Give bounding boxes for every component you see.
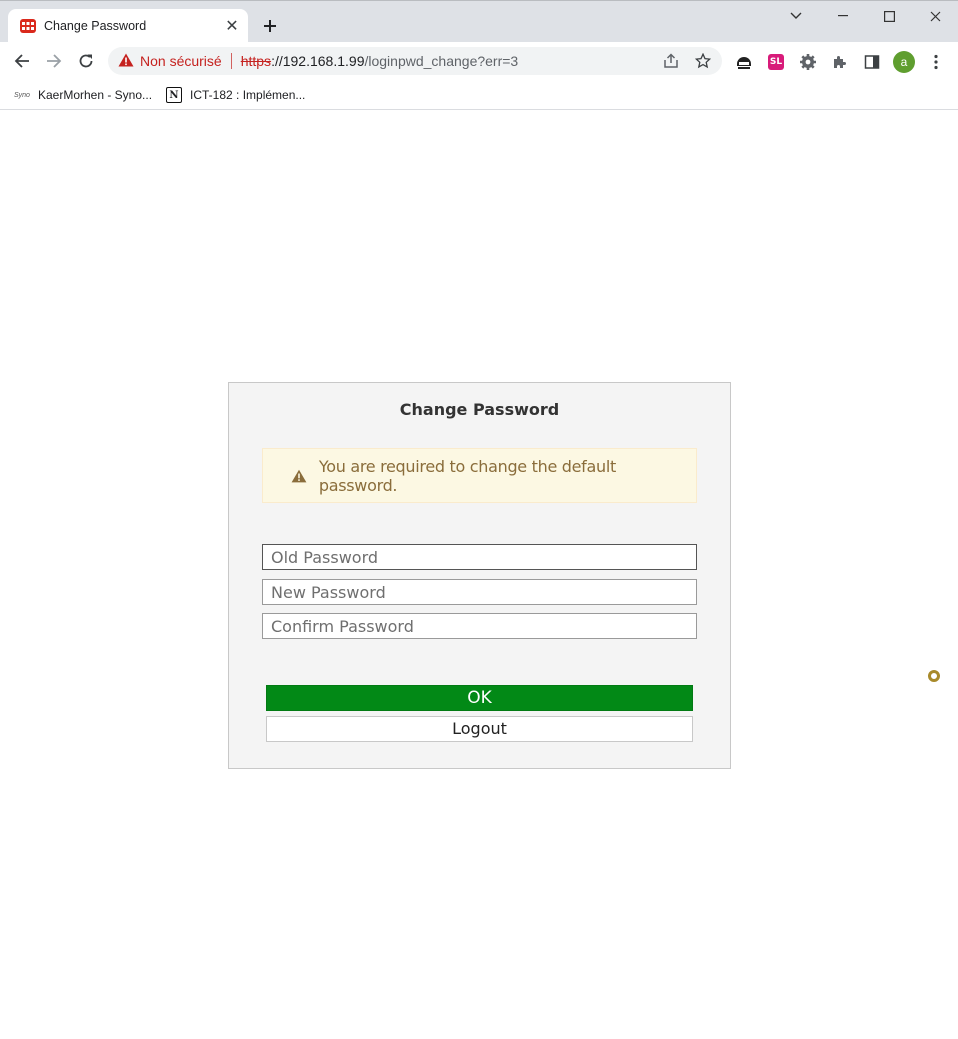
url-host: ://192.168.1.99 <box>271 53 365 69</box>
bookmark-kaermorhen[interactable]: Syno KaerMorhen - Syno... <box>14 85 152 105</box>
synology-icon: Syno <box>14 91 30 99</box>
warning-alert: You are required to change the default p… <box>262 448 697 503</box>
tab-strip: Change Password ✕ <box>0 0 958 43</box>
share-icon[interactable] <box>660 51 682 71</box>
window-close-icon[interactable] <box>912 1 958 31</box>
tab-title: Change Password <box>44 19 147 33</box>
browser-toolbar: Non sécurisé https://192.168.1.99/loginp… <box>0 42 958 80</box>
url-path: /loginpwd_change?err=3 <box>364 53 519 69</box>
logout-button[interactable]: Logout <box>266 716 693 742</box>
new-tab-icon[interactable] <box>257 13 283 39</box>
close-tab-icon[interactable]: ✕ <box>220 14 244 38</box>
bookmark-label: ICT-182 : Implémen... <box>190 88 306 102</box>
new-password-field[interactable] <box>262 579 697 605</box>
back-icon[interactable] <box>8 47 36 75</box>
helmet-extension-icon[interactable] <box>733 51 755 73</box>
omnibox-divider <box>230 53 232 69</box>
gear-extension-icon[interactable] <box>797 51 819 73</box>
change-password-panel: Change Password You are required to chan… <box>228 382 731 769</box>
minimize-icon[interactable] <box>820 1 866 31</box>
security-indicator[interactable]: Non sécurisé <box>118 53 222 70</box>
warning-icon <box>291 468 309 484</box>
bookmark-ict-182[interactable]: N ICT-182 : Implémen... <box>166 85 305 105</box>
fortinet-favicon-icon <box>20 18 36 34</box>
puzzle-extensions-icon[interactable] <box>829 51 851 73</box>
maximize-icon[interactable] <box>866 1 912 31</box>
bookmark-label: KaerMorhen - Syno... <box>37 88 153 102</box>
profile-avatar[interactable]: a <box>893 51 915 73</box>
alert-message: You are required to change the default p… <box>318 456 616 495</box>
tab-search-icon[interactable] <box>773 1 819 31</box>
security-label: Non sécurisé <box>140 53 222 69</box>
bookmarks-bar: Syno KaerMorhen - Syno... N ICT-182 : Im… <box>0 80 958 110</box>
notion-icon: N <box>166 87 182 103</box>
old-password-field[interactable] <box>262 544 697 570</box>
forward-icon[interactable] <box>40 47 68 75</box>
reload-icon[interactable] <box>72 47 100 75</box>
side-panel-icon[interactable] <box>861 51 883 73</box>
url-scheme: https <box>240 53 272 69</box>
menu-kebab-icon[interactable] <box>925 51 947 73</box>
panel-title: Change Password <box>399 400 560 419</box>
confirm-password-field[interactable] <box>262 613 697 639</box>
ok-button[interactable]: OK <box>266 685 693 711</box>
address-bar[interactable]: Non sécurisé https://192.168.1.99/loginp… <box>108 47 722 75</box>
browser-tab[interactable]: Change Password ✕ <box>8 9 248 43</box>
sl-extension-icon[interactable]: SL <box>765 51 787 73</box>
floating-indicator-icon[interactable] <box>928 670 940 682</box>
bookmark-star-icon[interactable] <box>692 51 714 71</box>
warning-triangle-icon <box>118 53 134 70</box>
